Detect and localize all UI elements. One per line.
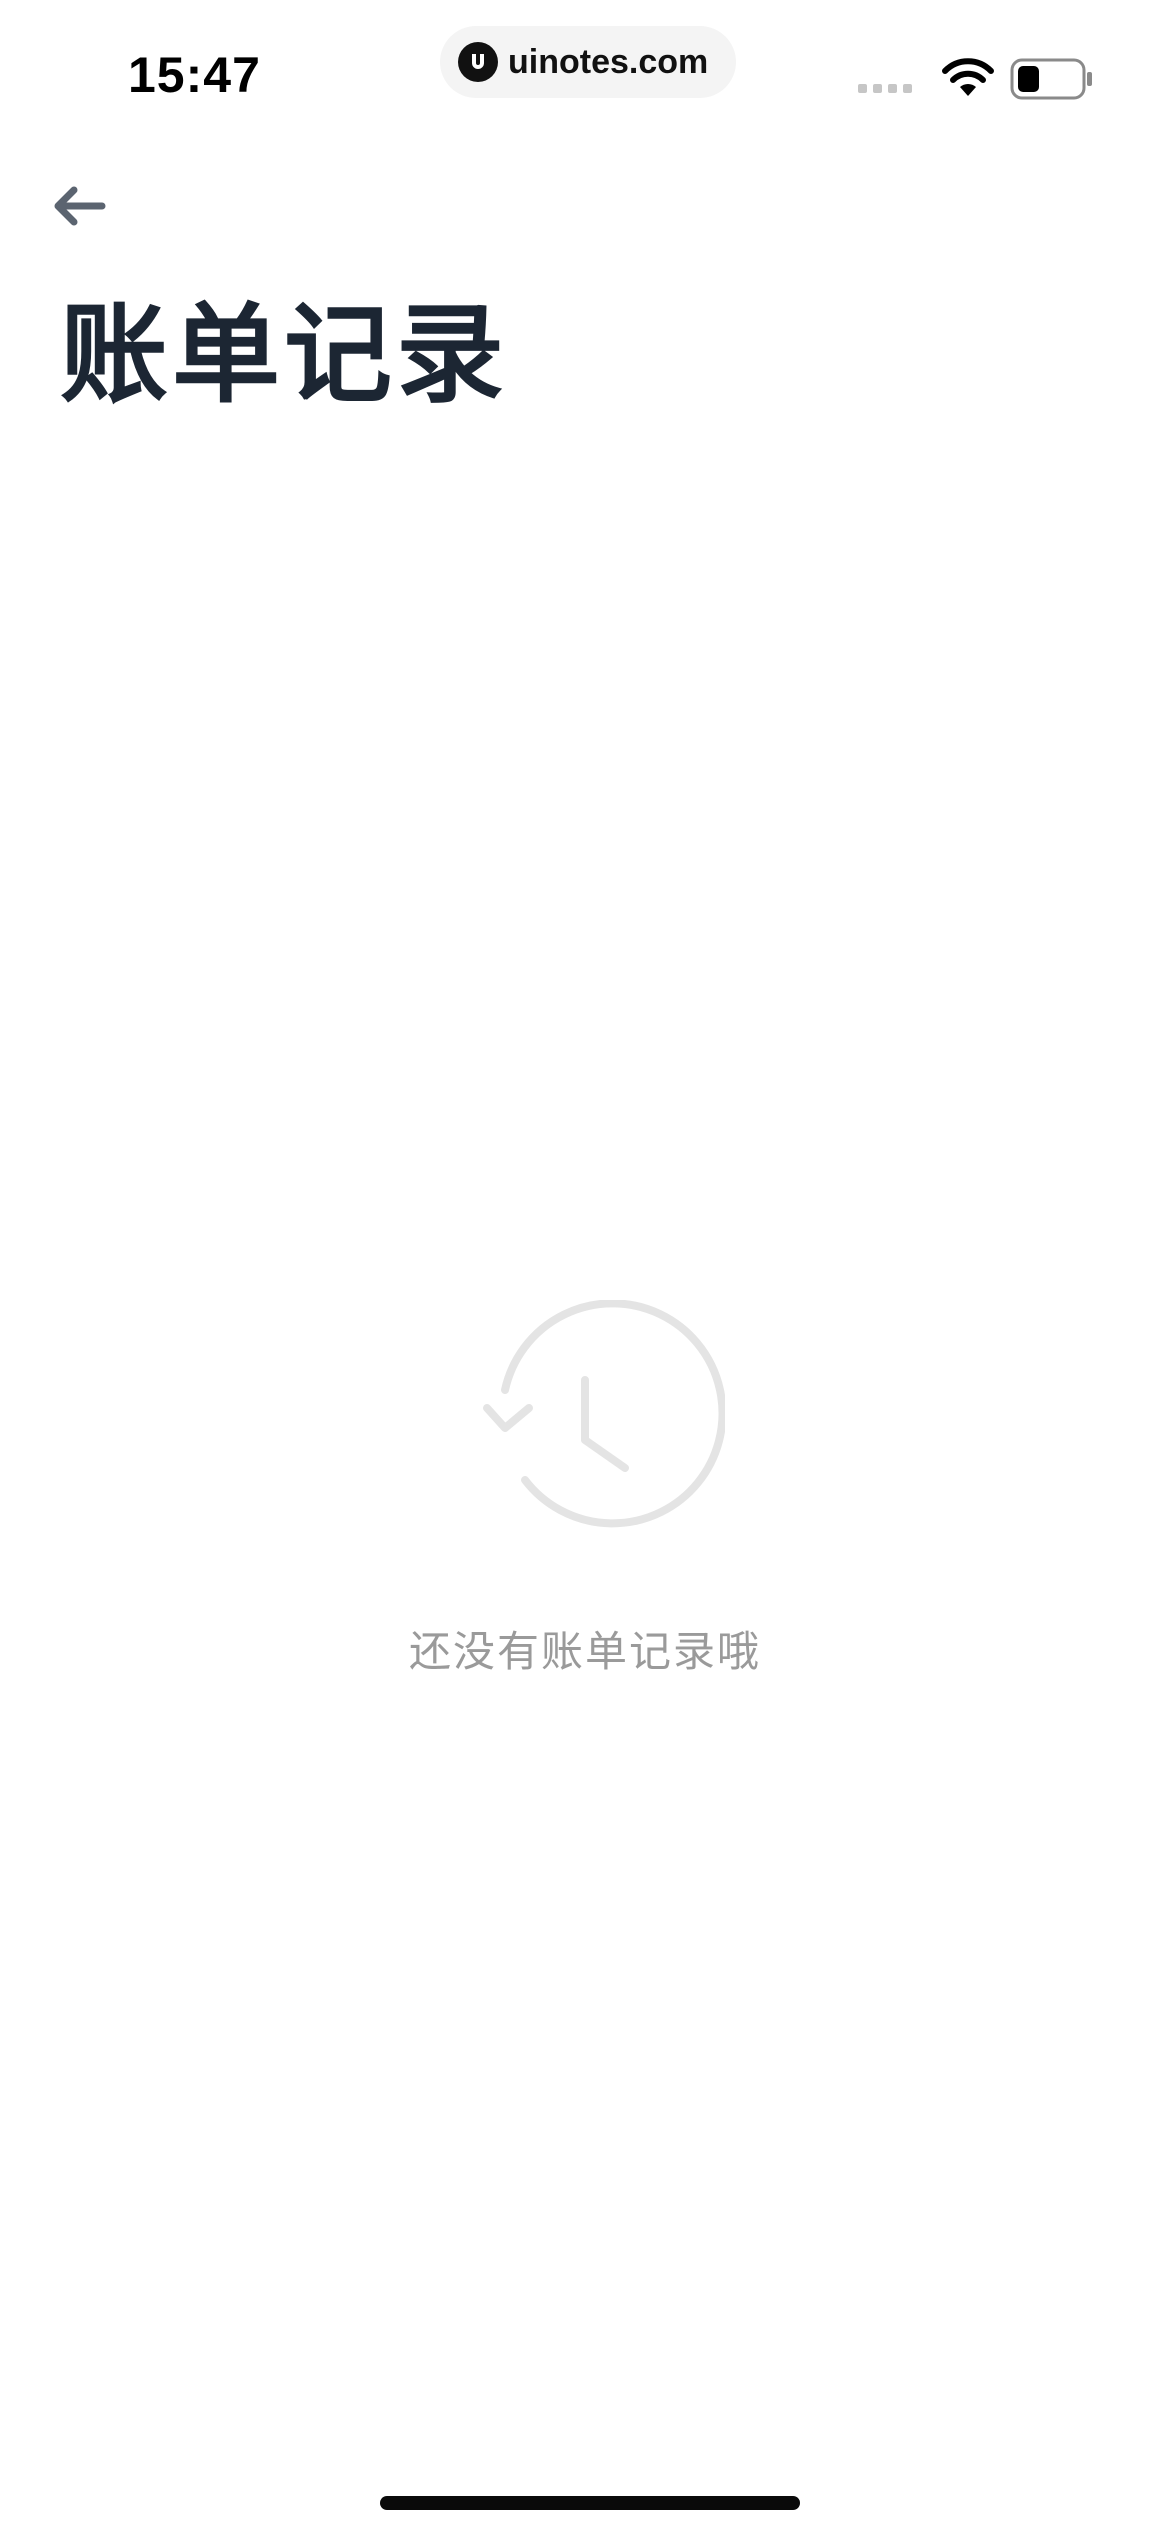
status-time: 15:47 — [128, 47, 261, 103]
battery-icon — [1010, 58, 1092, 100]
wifi-icon — [942, 58, 994, 96]
empty-state-message: 还没有账单记录哦 — [408, 1627, 761, 1676]
signal-icon — [858, 84, 912, 93]
empty-state: 还没有账单记录哦 — [0, 1300, 1170, 1679]
page-title: 账单记录 — [60, 293, 509, 418]
url-pill[interactable]: uinotes.com — [440, 26, 736, 98]
home-indicator[interactable] — [380, 2496, 800, 2510]
screen: 15:47 uinotes.com 账单记录 还没有账单记录哦 — [0, 0, 1170, 2532]
site-logo-icon — [458, 42, 498, 82]
back-button[interactable] — [50, 176, 120, 236]
arrow-left-icon — [54, 186, 106, 226]
url-text: uinotes.com — [508, 42, 709, 81]
history-clock-icon — [483, 1300, 725, 1528]
status-bar: 15:47 uinotes.com — [0, 0, 1170, 130]
